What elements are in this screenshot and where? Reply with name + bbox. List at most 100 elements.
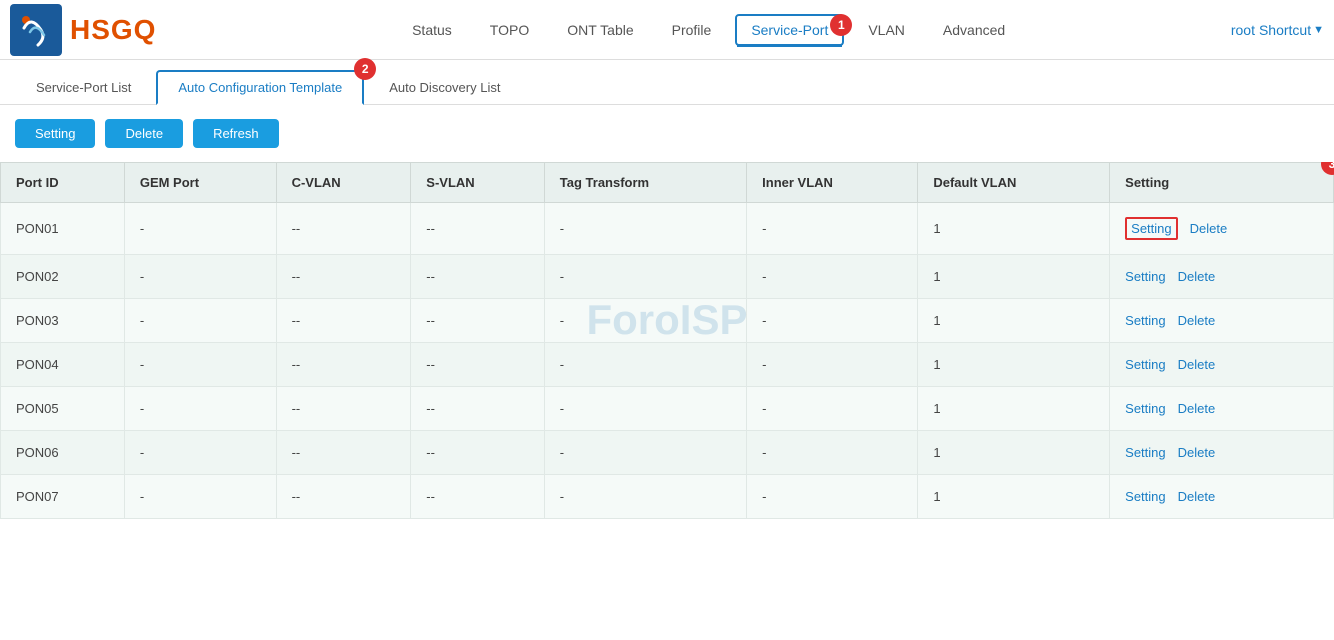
cell-default-vlan: 1 xyxy=(918,203,1110,255)
row-delete-link[interactable]: Delete xyxy=(1178,313,1216,328)
tabs-bar: Service-Port List Auto Configuration Tem… xyxy=(0,60,1334,105)
table-container: Port ID GEM Port C-VLAN S-VLAN Tag Trans… xyxy=(0,162,1334,519)
nav-item-service-port-wrap: Service-Port 1 xyxy=(735,22,844,38)
nav-item-service-port[interactable]: Service-Port xyxy=(735,14,844,46)
nav-item-status[interactable]: Status xyxy=(398,16,466,44)
cell-inner-vlan: - xyxy=(747,203,918,255)
cell-tag-transform: - xyxy=(544,431,746,475)
cell-port-id: PON02 xyxy=(1,255,125,299)
cell-setting-actions: Setting Delete xyxy=(1110,203,1334,255)
nav-item-advanced[interactable]: Advanced xyxy=(929,16,1019,44)
cell-gem-port: - xyxy=(124,387,276,431)
row-delete-link[interactable]: Delete xyxy=(1178,401,1216,416)
cell-default-vlan: 1 xyxy=(918,431,1110,475)
table-row: PON01 - -- -- - - 1 Setting Delete xyxy=(1,203,1334,255)
cell-default-vlan: 1 xyxy=(918,255,1110,299)
table-row: PON03 - -- -- - - 1 Setting Delete xyxy=(1,299,1334,343)
row-delete-link[interactable]: Delete xyxy=(1178,357,1216,372)
logo-icon xyxy=(10,4,62,56)
table-row: PON06 - -- -- - - 1 Setting Delete xyxy=(1,431,1334,475)
badge-1: 1 xyxy=(830,14,852,36)
row-setting-link[interactable]: Setting xyxy=(1131,221,1171,236)
nav-item-ont-table[interactable]: ONT Table xyxy=(553,16,647,44)
table-row: PON07 - -- -- - - 1 Setting Delete xyxy=(1,475,1334,519)
table-header-row: Port ID GEM Port C-VLAN S-VLAN Tag Trans… xyxy=(1,163,1334,203)
cell-gem-port: - xyxy=(124,475,276,519)
table-row: PON05 - -- -- - - 1 Setting Delete xyxy=(1,387,1334,431)
row-setting-link[interactable]: Setting xyxy=(1125,269,1165,284)
cell-c-vlan: -- xyxy=(276,299,411,343)
cell-port-id: PON06 xyxy=(1,431,125,475)
badge-3: 3 xyxy=(1321,162,1334,175)
nav-root[interactable]: root xyxy=(1231,22,1255,38)
cell-s-vlan: -- xyxy=(411,203,545,255)
delete-button[interactable]: Delete xyxy=(105,119,183,148)
logo-text: HSGQ xyxy=(70,14,156,46)
cell-setting-actions: Setting Delete xyxy=(1110,255,1334,299)
cell-default-vlan: 1 xyxy=(918,299,1110,343)
cell-tag-transform: - xyxy=(544,203,746,255)
cell-s-vlan: -- xyxy=(411,299,545,343)
cell-s-vlan: -- xyxy=(411,255,545,299)
nav-item-vlan[interactable]: VLAN xyxy=(854,16,919,44)
cell-inner-vlan: - xyxy=(747,431,918,475)
cell-gem-port: - xyxy=(124,343,276,387)
cell-setting-actions: Setting Delete xyxy=(1110,475,1334,519)
cell-setting-actions: Setting Delete xyxy=(1110,387,1334,431)
col-s-vlan: S-VLAN xyxy=(411,163,545,203)
shortcut-label: Shortcut xyxy=(1259,22,1311,38)
cell-gem-port: - xyxy=(124,203,276,255)
header: HSGQ Status TOPO ONT Table Profile Servi… xyxy=(0,0,1334,60)
nav-item-topo[interactable]: TOPO xyxy=(476,16,543,44)
row-setting-link[interactable]: Setting xyxy=(1125,445,1165,460)
cell-inner-vlan: - xyxy=(747,299,918,343)
col-default-vlan: Default VLAN xyxy=(918,163,1110,203)
row-setting-link[interactable]: Setting xyxy=(1125,357,1165,372)
cell-s-vlan: -- xyxy=(411,343,545,387)
table-body: PON01 - -- -- - - 1 Setting Delete PON02… xyxy=(1,203,1334,519)
cell-inner-vlan: - xyxy=(747,343,918,387)
action-bar: Setting Delete Refresh xyxy=(0,105,1334,162)
pon-table: Port ID GEM Port C-VLAN S-VLAN Tag Trans… xyxy=(0,162,1334,519)
cell-s-vlan: -- xyxy=(411,431,545,475)
tab-service-port-list[interactable]: Service-Port List xyxy=(15,71,152,104)
cell-setting-actions: Setting Delete xyxy=(1110,343,1334,387)
cell-c-vlan: -- xyxy=(276,431,411,475)
cell-tag-transform: - xyxy=(544,343,746,387)
row-setting-link[interactable]: Setting xyxy=(1125,313,1165,328)
logo-area: HSGQ xyxy=(10,4,156,56)
setting-button[interactable]: Setting xyxy=(15,119,95,148)
row-delete-link[interactable]: Delete xyxy=(1190,221,1228,236)
cell-c-vlan: -- xyxy=(276,387,411,431)
cell-port-id: PON07 xyxy=(1,475,125,519)
col-tag-transform: Tag Transform xyxy=(544,163,746,203)
cell-inner-vlan: - xyxy=(747,255,918,299)
nav-item-profile[interactable]: Profile xyxy=(658,16,726,44)
tab-auto-discovery-list[interactable]: Auto Discovery List xyxy=(368,71,521,104)
row-delete-link[interactable]: Delete xyxy=(1178,445,1216,460)
row-setting-link[interactable]: Setting xyxy=(1125,401,1165,416)
cell-tag-transform: - xyxy=(544,475,746,519)
row-delete-link[interactable]: Delete xyxy=(1178,489,1216,504)
cell-port-id: PON04 xyxy=(1,343,125,387)
cell-port-id: PON01 xyxy=(1,203,125,255)
tab-auto-config-template[interactable]: Auto Configuration Template 2 xyxy=(156,70,364,105)
cell-default-vlan: 1 xyxy=(918,387,1110,431)
refresh-button[interactable]: Refresh xyxy=(193,119,279,148)
row-setting-link[interactable]: Setting xyxy=(1125,489,1165,504)
cell-setting-actions: Setting Delete xyxy=(1110,431,1334,475)
table-row: PON02 - -- -- - - 1 Setting Delete xyxy=(1,255,1334,299)
cell-tag-transform: - xyxy=(544,299,746,343)
cell-c-vlan: -- xyxy=(276,475,411,519)
col-inner-vlan: Inner VLAN xyxy=(747,163,918,203)
nav-shortcut[interactable]: Shortcut ▼ xyxy=(1259,22,1324,38)
row-delete-link[interactable]: Delete xyxy=(1178,269,1216,284)
nav-right: root Shortcut ▼ xyxy=(1231,22,1324,38)
cell-c-vlan: -- xyxy=(276,343,411,387)
cell-tag-transform: - xyxy=(544,387,746,431)
cell-port-id: PON03 xyxy=(1,299,125,343)
col-setting: Setting 3 xyxy=(1110,163,1334,203)
table-row: PON04 - -- -- - - 1 Setting Delete xyxy=(1,343,1334,387)
cell-gem-port: - xyxy=(124,431,276,475)
cell-port-id: PON05 xyxy=(1,387,125,431)
